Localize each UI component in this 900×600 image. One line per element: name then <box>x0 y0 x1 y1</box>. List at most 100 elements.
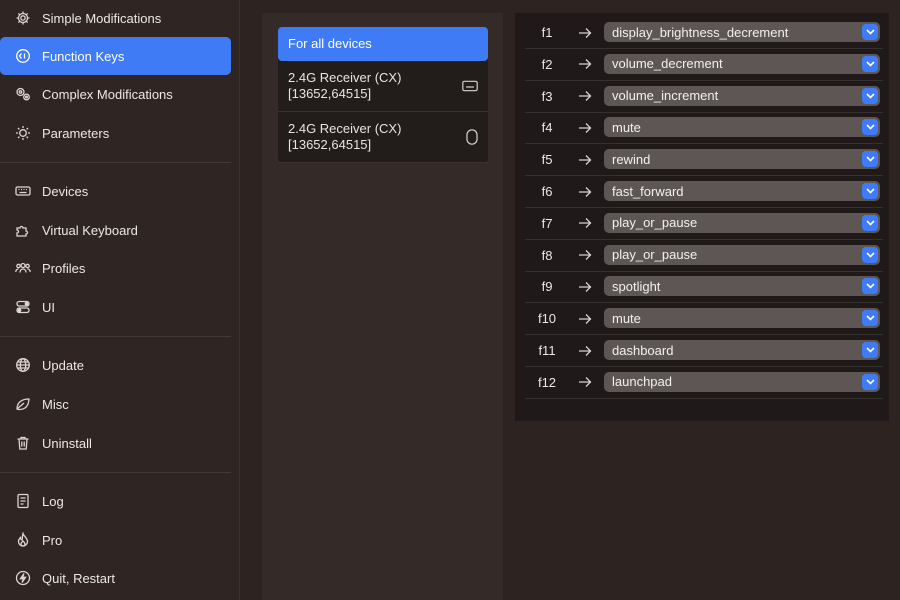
device-item-keyboard[interactable]: 2.4G Receiver (CX) [13652,64515] <box>278 61 488 112</box>
chevron-down-icon[interactable] <box>862 183 878 199</box>
sidebar-item-parameters[interactable]: Parameters <box>0 114 231 152</box>
globe-icon <box>15 357 31 373</box>
sidebar-item-log[interactable]: Log <box>0 482 231 520</box>
function-key-select-value: volume_increment <box>612 88 719 104</box>
chevron-down-icon[interactable] <box>862 278 878 295</box>
function-key-label: f8 <box>541 247 553 263</box>
function-key-select[interactable]: mute <box>604 117 880 138</box>
sidebar-item-label: Quit, Restart <box>42 570 115 586</box>
sidebar-item-devices[interactable]: Devices <box>0 172 231 210</box>
sidebar-item-ui[interactable]: UI <box>0 288 231 326</box>
function-key-row: f9 spotlight <box>525 271 883 304</box>
function-key-select[interactable]: display_brightness_decrement <box>604 22 880 42</box>
chevron-down-icon[interactable] <box>862 214 878 231</box>
sun-icon <box>15 125 31 141</box>
sidebar-item-label: Virtual Keyboard <box>42 222 138 238</box>
function-key-label: f11 <box>538 343 556 358</box>
keyboard-icon <box>462 80 478 92</box>
function-key-row: f10 mute <box>525 303 883 336</box>
sidebar-item-misc[interactable]: Misc <box>0 385 231 423</box>
function-key-select-value: volume_decrement <box>612 56 723 72</box>
sidebar: Simple Modifications Function Keys Compl… <box>0 0 240 600</box>
arrow-right-icon <box>569 313 601 325</box>
function-key-select[interactable]: volume_decrement <box>604 53 880 74</box>
arrow-right-icon <box>569 122 601 134</box>
arrow-right-icon <box>569 249 601 261</box>
chevron-down-icon[interactable] <box>862 342 878 358</box>
chevron-down-icon[interactable] <box>862 24 878 40</box>
chevron-down-icon[interactable] <box>862 246 878 263</box>
function-key-select-value: mute <box>612 310 641 326</box>
sidebar-item-label: Uninstall <box>42 435 92 451</box>
sidebar-item-uninstall[interactable]: Uninstall <box>0 424 231 462</box>
mouse-icon <box>466 129 478 145</box>
chevron-down-icon[interactable] <box>862 310 878 327</box>
function-key-select[interactable]: play_or_pause <box>604 244 880 265</box>
function-key-select[interactable]: launchpad <box>604 371 880 392</box>
function-key-select[interactable]: spotlight <box>604 276 880 297</box>
function-key-row: f4 mute <box>525 112 883 145</box>
chevron-down-icon[interactable] <box>862 55 878 72</box>
keyboard-icon <box>15 183 31 199</box>
device-item-label: 2.4G Receiver (CX) [13652,64515] <box>288 70 401 102</box>
function-key-select[interactable]: fast_forward <box>604 181 880 201</box>
sidebar-item-label: Log <box>42 493 64 509</box>
function-keys-icon <box>15 48 31 64</box>
sidebar-divider <box>0 472 231 473</box>
sidebar-item-label: Misc <box>42 396 69 412</box>
device-item-all[interactable]: For all devices <box>278 27 488 61</box>
device-list: For all devices 2.4G Receiver (CX) [1365… <box>278 27 488 163</box>
sidebar-item-complex-modifications[interactable]: Complex Modifications <box>0 75 231 113</box>
chevron-down-icon[interactable] <box>862 373 878 390</box>
device-name: 2.4G Receiver (CX) <box>288 70 402 85</box>
sidebar-divider <box>0 162 231 163</box>
sidebar-item-quit-restart[interactable]: Quit, Restart <box>0 559 231 597</box>
device-item-label: 2.4G Receiver (CX) [13652,64515] <box>288 121 401 153</box>
people-icon <box>15 260 31 276</box>
sidebar-item-profiles[interactable]: Profiles <box>0 249 231 287</box>
trash-icon <box>15 435 31 451</box>
function-key-select[interactable]: volume_increment <box>604 85 880 106</box>
function-key-label: f6 <box>541 184 553 199</box>
function-key-label: f7 <box>541 215 553 231</box>
gears-icon <box>15 86 31 102</box>
function-key-select-value: mute <box>612 119 641 135</box>
sidebar-item-function-keys[interactable]: Function Keys <box>0 37 231 75</box>
function-key-row: f8 play_or_pause <box>525 240 883 272</box>
arrow-right-icon <box>569 376 601 388</box>
sidebar-item-pro[interactable]: Pro <box>0 521 231 559</box>
sidebar-item-simple-modifications[interactable]: Simple Modifications <box>0 0 231 37</box>
document-icon <box>15 493 31 509</box>
bolt-icon <box>15 570 31 586</box>
chevron-down-icon[interactable] <box>862 151 878 168</box>
arrow-right-icon <box>569 186 601 198</box>
function-keys-panel: f1 display_brightness_decrement f2 volume_d… <box>515 13 889 421</box>
gear-icon <box>15 10 31 26</box>
arrow-right-icon <box>569 27 601 39</box>
function-key-row: f1 display_brightness_decrement <box>525 17 883 49</box>
chevron-down-icon[interactable] <box>862 119 878 136</box>
function-key-select[interactable]: play_or_pause <box>604 212 880 233</box>
function-key-select[interactable]: rewind <box>604 149 880 170</box>
function-key-label: f12 <box>537 374 557 390</box>
sidebar-item-label: Simple Modifications <box>42 10 162 26</box>
function-key-select-value: display_brightness_decrement <box>612 24 789 40</box>
device-item-label: For all devices <box>288 36 372 51</box>
function-key-row: f6 fast_forward <box>525 176 883 208</box>
function-key-select[interactable]: dashboard <box>604 340 880 360</box>
function-key-row: f12 launchpad <box>525 367 883 399</box>
device-id: [13652,64515] <box>288 86 372 101</box>
chevron-down-icon[interactable] <box>862 87 878 104</box>
sidebar-item-label: Pro <box>42 532 63 548</box>
sidebar-item-label: Complex Modifications <box>42 86 173 102</box>
sidebar-item-update[interactable]: Update <box>0 346 231 384</box>
flame-icon <box>15 532 31 548</box>
function-key-label: f5 <box>541 152 553 168</box>
arrow-right-icon <box>569 281 601 293</box>
sidebar-item-label: UI <box>42 299 55 315</box>
function-key-select[interactable]: mute <box>604 308 880 329</box>
device-panel: For all devices 2.4G Receiver (CX) [1365… <box>262 13 503 600</box>
sidebar-item-virtual-keyboard[interactable]: Virtual Keyboard <box>0 211 231 249</box>
device-item-mouse[interactable]: 2.4G Receiver (CX) [13652,64515] <box>278 112 488 163</box>
function-key-row: f3 volume_increment <box>525 81 883 113</box>
